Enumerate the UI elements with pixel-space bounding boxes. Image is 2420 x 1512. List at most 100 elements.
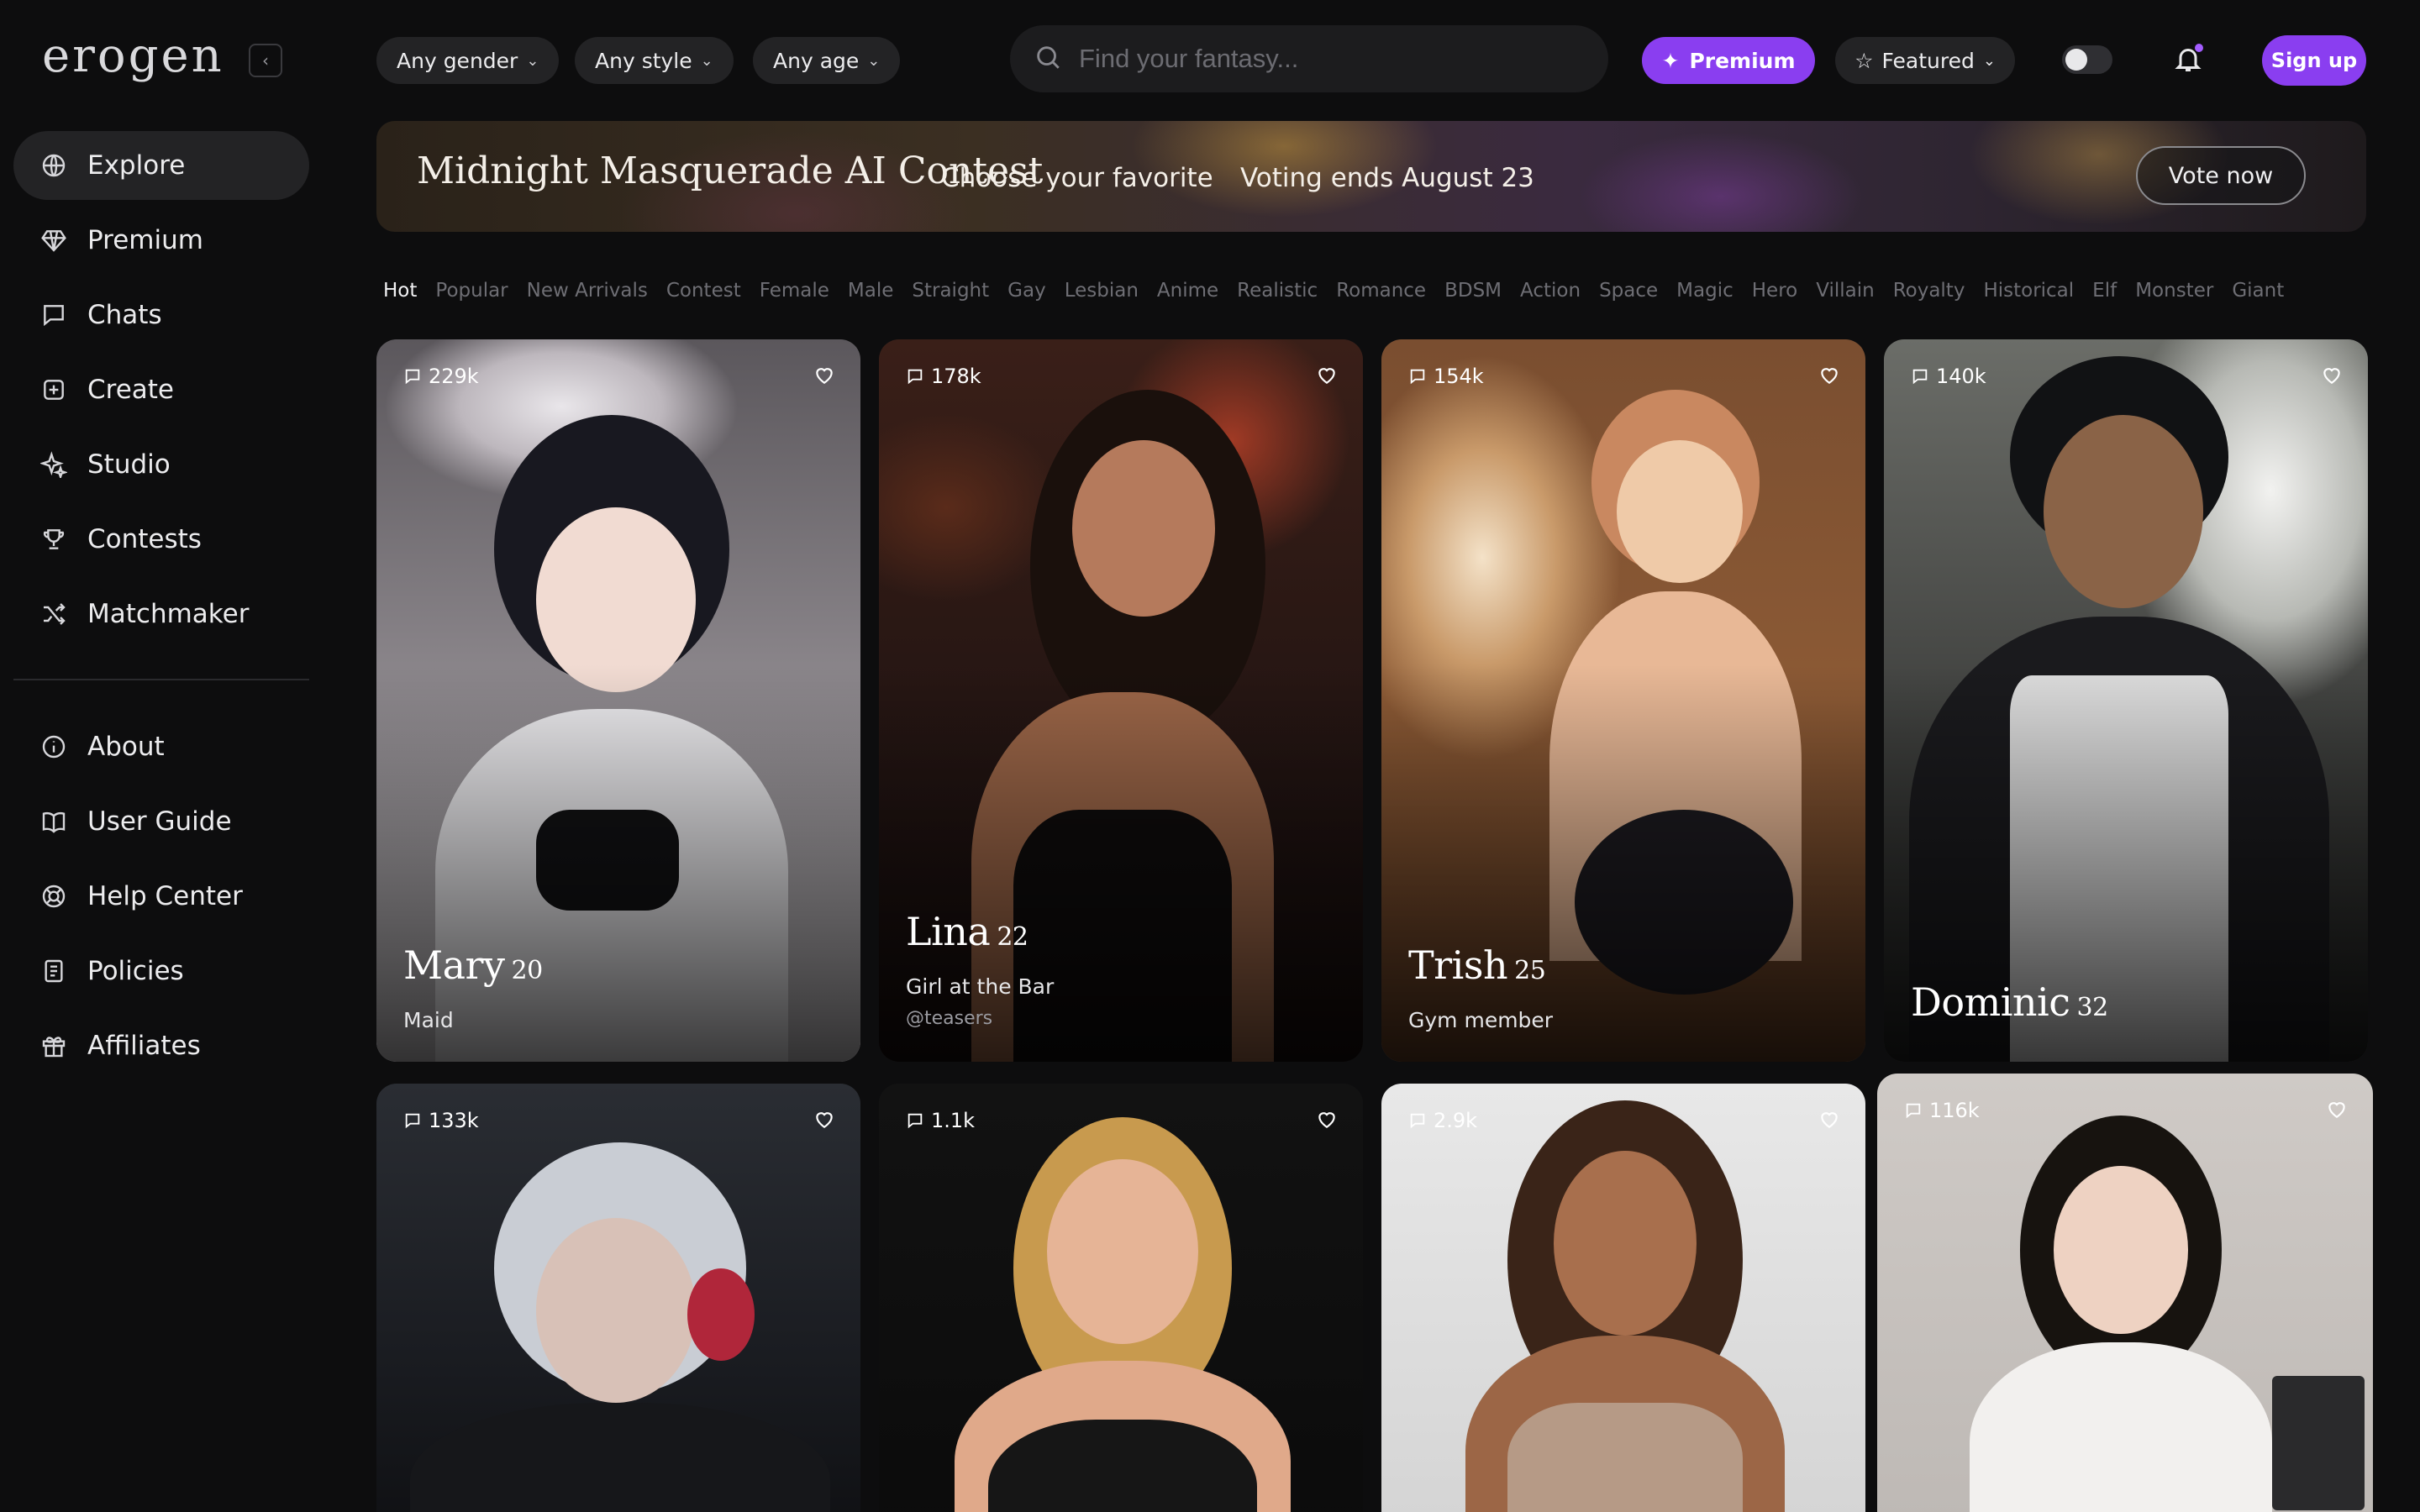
chat-count-value: 140k xyxy=(1936,365,1986,388)
character-image xyxy=(1381,1084,1865,1512)
tab-popular[interactable]: Popular xyxy=(435,280,508,310)
character-card[interactable]: 116k xyxy=(1877,1074,2373,1512)
sidebar-item-label: User Guide xyxy=(87,806,232,837)
tab-contest[interactable]: Contest xyxy=(666,280,741,310)
chat-count-value: 116k xyxy=(1929,1099,1980,1122)
chat-icon xyxy=(908,1113,923,1129)
sidebar-divider xyxy=(13,679,309,680)
chat-count: 2.9k xyxy=(1408,1109,1477,1132)
character-card-dominic[interactable]: 140k Dominic 32 xyxy=(1884,339,2368,1062)
tab-hero[interactable]: Hero xyxy=(1752,280,1797,310)
name-text: Trish xyxy=(1408,942,1508,988)
sidebar-item-about[interactable]: About xyxy=(13,712,309,781)
favorite-button[interactable] xyxy=(1316,1109,1338,1131)
contest-banner[interactable]: Midnight Masquerade AI Contest Choose yo… xyxy=(376,121,2366,232)
chat-icon xyxy=(1410,1113,1425,1129)
tab-monster[interactable]: Monster xyxy=(2135,280,2213,310)
tab-space[interactable]: Space xyxy=(1599,280,1658,310)
tab-elf[interactable]: Elf xyxy=(2092,280,2117,310)
age-text: 22 xyxy=(997,922,1028,952)
sidebar-item-label: Matchmaker xyxy=(87,599,250,629)
sidebar-item-premium[interactable]: Premium xyxy=(13,206,309,275)
character-card-mary[interactable]: 229k Mary 20 Maid xyxy=(376,339,860,1062)
tab-magic[interactable]: Magic xyxy=(1676,280,1733,310)
heart-icon xyxy=(1821,368,1838,384)
chat-count-value: 178k xyxy=(931,365,981,388)
character-card[interactable]: 2.9k xyxy=(1381,1084,1865,1512)
creator-handle[interactable]: @teasers xyxy=(906,1008,992,1029)
secondary-nav: About User Guide Help Center Policies Af… xyxy=(13,712,309,1086)
tab-new-arrivals[interactable]: New Arrivals xyxy=(527,280,648,310)
favorite-button[interactable] xyxy=(813,365,835,386)
gem-icon xyxy=(40,227,67,254)
chat-icon xyxy=(908,369,923,385)
book-icon xyxy=(40,808,67,835)
logo[interactable]: erogen xyxy=(42,29,224,83)
age-text: 25 xyxy=(1514,956,1546,985)
tab-hot[interactable]: Hot xyxy=(383,280,417,310)
card-gradient xyxy=(1381,664,1865,1062)
character-name: Lina 22 xyxy=(906,909,1028,954)
sidebar-item-contests[interactable]: Contests xyxy=(13,505,309,574)
gift-icon xyxy=(40,1032,67,1059)
tab-royalty[interactable]: Royalty xyxy=(1893,280,1965,310)
filter-label: Any age xyxy=(773,48,860,73)
vote-now-button[interactable]: Vote now xyxy=(2136,146,2306,205)
character-card[interactable]: 133k xyxy=(376,1084,860,1512)
sidebar-item-help-center[interactable]: Help Center xyxy=(13,862,309,931)
chat-count: 116k xyxy=(1904,1099,1980,1122)
featured-label: Featured xyxy=(1881,48,1975,73)
heart-icon xyxy=(816,368,833,384)
heart-icon xyxy=(816,1112,833,1128)
tab-villain[interactable]: Villain xyxy=(1816,280,1874,310)
sidebar-item-create[interactable]: Create xyxy=(13,355,309,424)
tab-lesbian[interactable]: Lesbian xyxy=(1065,280,1139,310)
sidebar-item-label: Help Center xyxy=(87,881,243,911)
gender-filter-dropdown[interactable]: Any gender ⌄ xyxy=(376,37,560,84)
favorite-button[interactable] xyxy=(2326,1099,2348,1121)
tab-bdsm[interactable]: BDSM xyxy=(1444,280,1502,310)
tab-male[interactable]: Male xyxy=(848,280,893,310)
sidebar-item-label: Create xyxy=(87,375,175,405)
tab-realistic[interactable]: Realistic xyxy=(1237,280,1318,310)
tab-historical[interactable]: Historical xyxy=(1983,280,2074,310)
sidebar-item-chats[interactable]: Chats xyxy=(13,281,309,349)
sidebar-item-user-guide[interactable]: User Guide xyxy=(13,787,309,856)
content-toggle[interactable] xyxy=(2062,45,2112,74)
character-card-lina[interactable]: 178k Lina 22 Girl at the Bar @teasers xyxy=(879,339,1363,1062)
tab-action[interactable]: Action xyxy=(1520,280,1581,310)
favorite-button[interactable] xyxy=(813,1109,835,1131)
search-input[interactable] xyxy=(1079,44,1566,74)
favorite-button[interactable] xyxy=(1818,1109,1840,1131)
favorite-button[interactable] xyxy=(1818,365,1840,386)
sign-up-button[interactable]: Sign up xyxy=(2262,35,2366,86)
notifications-button[interactable] xyxy=(2173,44,2203,74)
style-filter-dropdown[interactable]: Any style ⌄ xyxy=(575,37,734,84)
sidebar-item-policies[interactable]: Policies xyxy=(13,937,309,1005)
age-filter-dropdown[interactable]: Any age ⌄ xyxy=(753,37,901,84)
character-card[interactable]: 1.1k xyxy=(879,1084,1363,1512)
sidebar-item-affiliates[interactable]: Affiliates xyxy=(13,1011,309,1080)
lifebuoy-icon xyxy=(40,883,67,910)
tab-straight[interactable]: Straight xyxy=(912,280,989,310)
collapse-sidebar-button[interactable]: ‹ xyxy=(249,44,282,77)
sidebar-item-matchmaker[interactable]: Matchmaker xyxy=(13,580,309,648)
favorite-button[interactable] xyxy=(1316,365,1338,386)
chat-icon xyxy=(405,1113,420,1129)
sidebar-item-studio[interactable]: Studio xyxy=(13,430,309,499)
tab-giant[interactable]: Giant xyxy=(2232,280,2284,310)
tab-romance[interactable]: Romance xyxy=(1336,280,1426,310)
chat-icon xyxy=(1410,369,1425,385)
sidebar-item-explore[interactable]: Explore xyxy=(13,131,309,200)
chevron-down-icon: ⌄ xyxy=(526,51,539,70)
character-card-trish[interactable]: 154k Trish 25 Gym member xyxy=(1381,339,1865,1062)
heart-icon xyxy=(2323,368,2340,384)
chat-icon xyxy=(1912,369,1928,385)
favorite-button[interactable] xyxy=(2321,365,2343,386)
tab-anime[interactable]: Anime xyxy=(1157,280,1218,310)
heart-icon xyxy=(2328,1102,2345,1118)
tab-gay[interactable]: Gay xyxy=(1007,280,1046,310)
featured-sort-dropdown[interactable]: ☆ Featured ⌄ xyxy=(1835,37,2015,84)
premium-button[interactable]: ✦ Premium xyxy=(1642,37,1815,84)
tab-female[interactable]: Female xyxy=(760,280,829,310)
